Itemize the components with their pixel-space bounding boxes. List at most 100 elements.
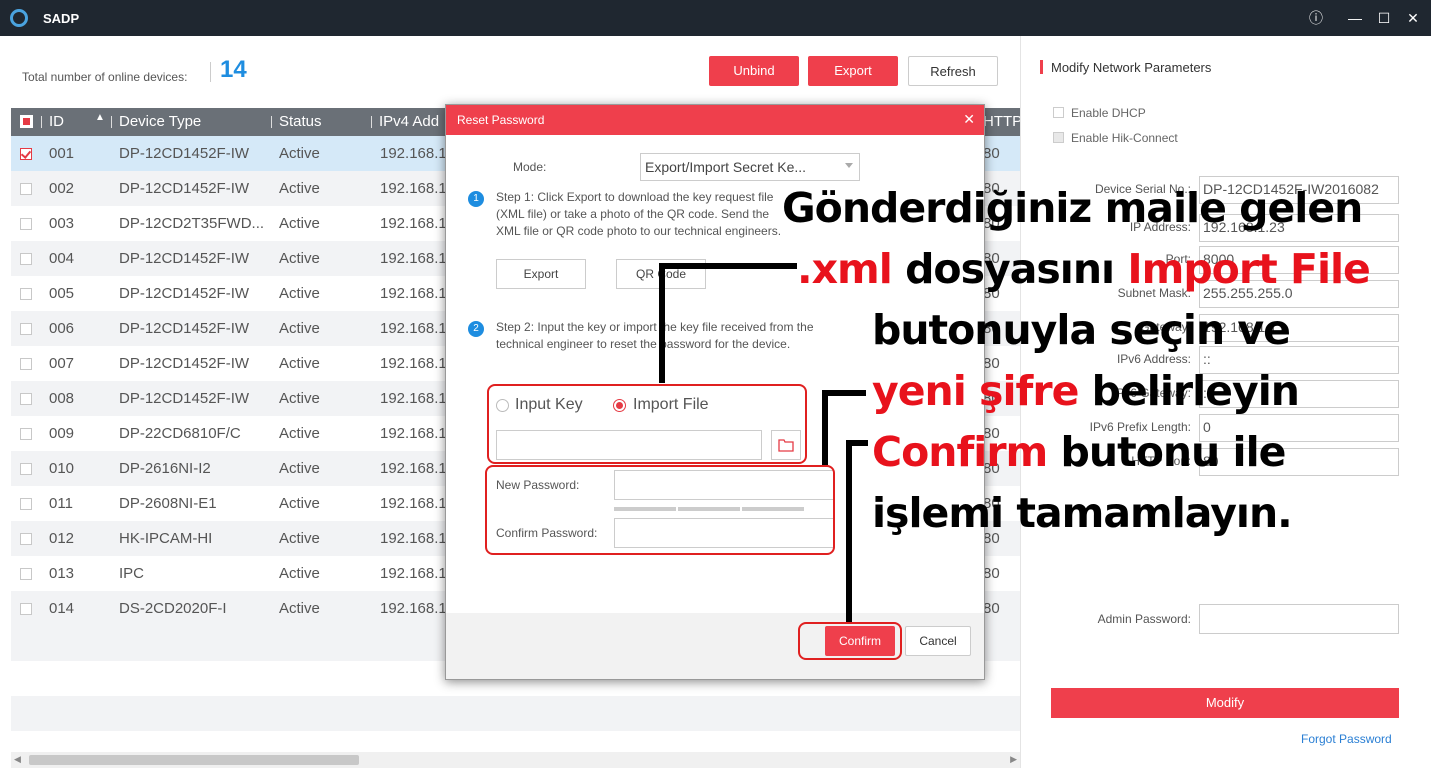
minimize-icon[interactable]: — <box>1345 8 1365 28</box>
mode-select[interactable]: Export/Import Secret Ke... <box>640 153 860 181</box>
row-checkbox[interactable] <box>20 148 32 160</box>
cancel-button[interactable]: Cancel <box>905 626 971 656</box>
cell-id: 002 <box>49 180 75 197</box>
column-header-ipv4[interactable]: IPv4 Add <box>379 113 439 130</box>
row-checkbox[interactable] <box>20 498 32 510</box>
row-checkbox[interactable] <box>20 358 32 370</box>
cell-ipv4: 192.168.1 <box>380 460 447 477</box>
export-button[interactable]: Export <box>808 56 898 86</box>
row-checkbox[interactable] <box>20 603 32 615</box>
step2-number: 2 <box>468 321 484 337</box>
row-checkbox[interactable] <box>20 288 32 300</box>
cell-device-type: DP-12CD1452F-IW <box>119 180 250 197</box>
row-checkbox[interactable] <box>20 428 32 440</box>
cell-id: 007 <box>49 355 75 372</box>
refresh-button[interactable]: Refresh <box>908 56 998 86</box>
cell-id: 010 <box>49 460 75 477</box>
row-checkbox[interactable] <box>20 568 32 580</box>
unbind-button[interactable]: Unbind <box>709 56 799 86</box>
pointer-line <box>846 440 868 446</box>
empty-row <box>11 696 1020 731</box>
maximize-icon[interactable]: ☐ <box>1374 8 1394 28</box>
column-header-http[interactable]: HTTP <box>983 113 1022 130</box>
panel-title: Modify Network Parameters <box>1051 60 1212 75</box>
annotation-dosyasini: dosyasını <box>891 245 1128 293</box>
cell-id: 005 <box>49 285 75 302</box>
cell-ipv4: 192.168.1 <box>380 425 447 442</box>
pointer-line <box>822 390 866 396</box>
cell-device-type: DP-12CD1452F-IW <box>119 250 250 267</box>
horizontal-scrollbar[interactable]: ◀ ▶ <box>11 752 1020 768</box>
column-separator <box>271 116 272 128</box>
cell-id: 012 <box>49 530 75 547</box>
enable-dhcp-label: Enable DHCP <box>1071 106 1146 120</box>
pointer-line <box>659 263 797 269</box>
cell-ipv4: 192.168.1 <box>380 215 447 232</box>
annotation-butonu-ile: butonu ile <box>1047 428 1287 476</box>
cell-id: 003 <box>49 215 75 232</box>
column-separator <box>371 116 372 128</box>
cell-id: 004 <box>49 250 75 267</box>
cell-ipv4: 192.168.1 <box>380 250 447 267</box>
step1-number: 1 <box>468 191 484 207</box>
cell-device-type: DP-12CD1452F-IW <box>119 320 250 337</box>
column-header-status[interactable]: Status <box>279 113 322 130</box>
close-icon[interactable]: ✕ <box>1403 8 1423 28</box>
pointer-line <box>822 390 828 465</box>
cell-device-type: DP-2608NI-E1 <box>119 495 217 512</box>
step1-text: Step 1: Click Export to download the key… <box>496 190 782 238</box>
scrollbar-thumb[interactable] <box>29 755 359 765</box>
annotation-import-file: Import File <box>1127 245 1371 293</box>
cell-ipv4: 192.168.1 <box>380 530 447 547</box>
scroll-right-icon[interactable]: ▶ <box>1010 754 1017 765</box>
section-marker <box>1040 60 1043 74</box>
chevron-down-icon <box>845 163 853 168</box>
pointer-line <box>846 440 852 622</box>
cell-ipv4: 192.168.1 <box>380 320 447 337</box>
sort-icon[interactable]: ▲ <box>95 112 105 123</box>
row-checkbox[interactable] <box>20 463 32 475</box>
annotation-confirm: Confirm <box>872 428 1048 476</box>
row-checkbox[interactable] <box>20 253 32 265</box>
pointer-line <box>659 263 665 383</box>
annotation-xml: .xml <box>797 245 893 293</box>
scroll-left-icon[interactable]: ◀ <box>14 754 21 765</box>
dialog-export-button[interactable]: Export <box>496 259 586 289</box>
cell-status: Active <box>279 145 320 162</box>
app-title: SADP <box>43 11 80 26</box>
enable-dhcp-checkbox[interactable] <box>1053 107 1064 118</box>
annotation-line-1: Gönderdiğiniz maile gelen <box>782 184 1363 232</box>
cell-device-type: HK-IPCAM-HI <box>119 530 213 547</box>
modify-button[interactable]: Modify <box>1051 688 1399 718</box>
cell-ipv4: 192.168.1 <box>380 390 447 407</box>
dialog-close-icon[interactable]: ✕ <box>963 111 975 128</box>
admin-password-field[interactable] <box>1199 604 1399 634</box>
cell-status: Active <box>279 355 320 372</box>
row-checkbox[interactable] <box>20 183 32 195</box>
select-all-checkbox[interactable] <box>20 115 33 128</box>
row-checkbox[interactable] <box>20 393 32 405</box>
cell-status: Active <box>279 250 320 267</box>
cell-status: Active <box>279 215 320 232</box>
cell-status: Active <box>279 425 320 442</box>
column-separator <box>111 116 112 128</box>
row-checkbox[interactable] <box>20 323 32 335</box>
forgot-password-link[interactable]: Forgot Password <box>1301 732 1392 746</box>
confirm-highlight <box>798 622 902 660</box>
column-header-device-type[interactable]: Device Type <box>119 113 201 130</box>
row-checkbox[interactable] <box>20 218 32 230</box>
cell-ipv4: 192.168.1 <box>380 145 447 162</box>
cell-ipv4: 192.168.1 <box>380 565 447 582</box>
cell-http-port: 80 <box>983 600 1000 617</box>
cell-status: Active <box>279 565 320 582</box>
cell-device-type: DP-12CD1452F-IW <box>119 355 250 372</box>
title-bar: SADP ⓘ — ☐ ✕ <box>0 0 1431 36</box>
dialog-title: Reset Password <box>457 113 545 127</box>
divider <box>210 62 211 82</box>
column-header-id[interactable]: ID <box>49 113 64 130</box>
row-checkbox[interactable] <box>20 533 32 545</box>
cell-ipv4: 192.168.1 <box>380 285 447 302</box>
cell-device-type: DP-12CD1452F-IW <box>119 145 250 162</box>
enable-hik-connect-checkbox[interactable] <box>1053 132 1064 143</box>
info-icon[interactable]: ⓘ <box>1306 8 1326 28</box>
